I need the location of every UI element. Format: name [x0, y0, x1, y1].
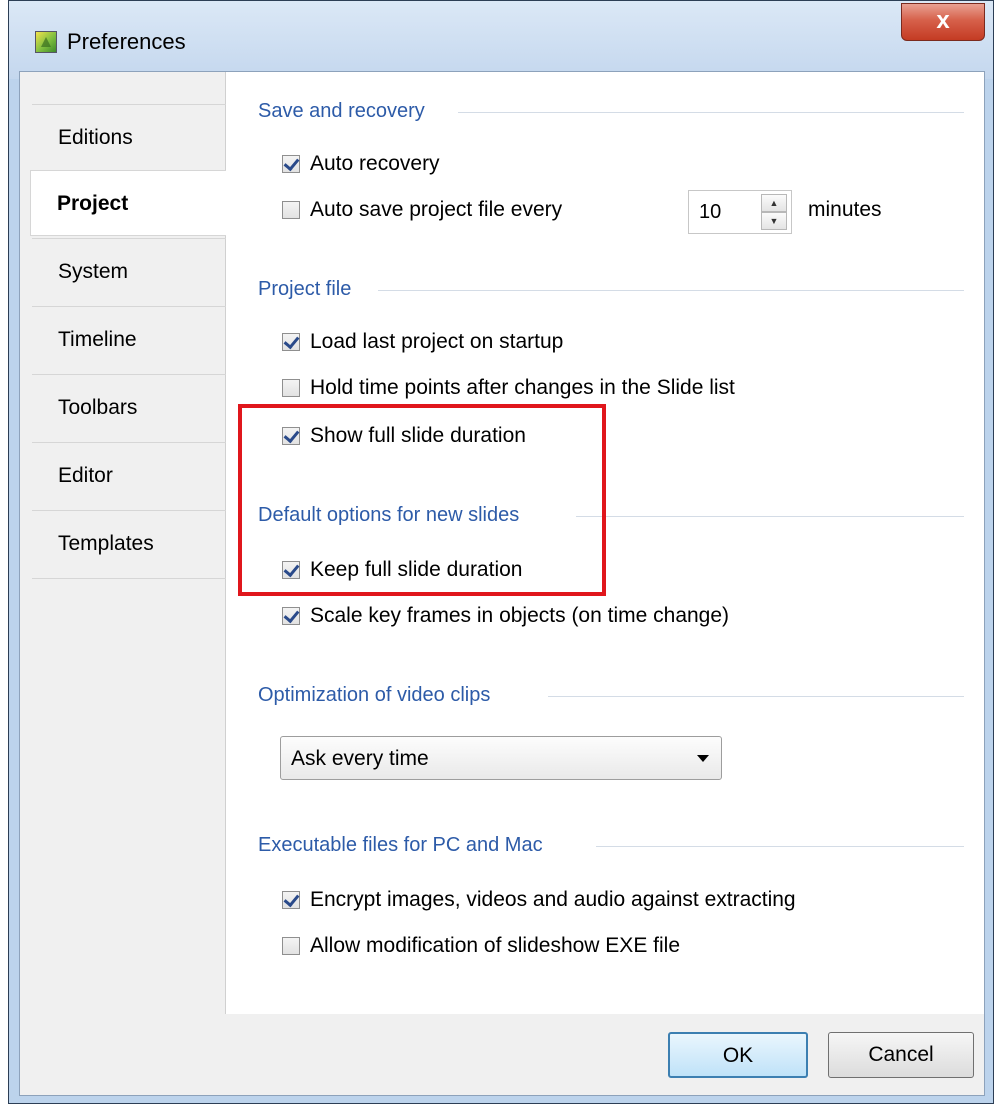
cancel-button[interactable]: Cancel: [828, 1032, 974, 1078]
group-title-project-file: Project file: [258, 278, 352, 300]
checkbox-checked-icon[interactable]: [282, 427, 300, 445]
group-divider: [378, 290, 964, 291]
tab-templates[interactable]: Templates: [32, 510, 226, 576]
tab-timeline[interactable]: Timeline: [32, 306, 226, 372]
group-title-save-recovery: Save and recovery: [258, 100, 425, 122]
sidebar-divider: [32, 578, 226, 579]
tab-label: Templates: [58, 532, 154, 555]
title-bar[interactable]: Preferences x: [9, 1, 993, 79]
app-icon: [35, 31, 57, 53]
option-label: Load last project on startup: [310, 330, 564, 353]
encrypt-option[interactable]: Encrypt images, videos and audio against…: [282, 888, 796, 912]
sidebar: Editions Project System Timeline Toolbar…: [20, 72, 226, 1014]
tab-label: Timeline: [58, 328, 137, 351]
group-title-optimization: Optimization of video clips: [258, 684, 491, 706]
dialog-body: Editions Project System Timeline Toolbar…: [19, 71, 985, 1096]
checkbox-checked-icon[interactable]: [282, 607, 300, 625]
close-icon: x: [936, 7, 950, 34]
tab-toolbars[interactable]: Toolbars: [32, 374, 226, 440]
group-title-default-options: Default options for new slides: [258, 504, 520, 526]
ok-button[interactable]: OK: [668, 1032, 808, 1078]
checkbox-unchecked-icon[interactable]: [282, 379, 300, 397]
load-last-project-option[interactable]: Load last project on startup: [282, 330, 563, 354]
option-label: Scale key frames in objects (on time cha…: [310, 604, 730, 627]
auto-save-option[interactable]: Auto save project file every: [282, 198, 562, 222]
scale-key-frames-option[interactable]: Scale key frames in objects (on time cha…: [282, 604, 729, 628]
checkbox-checked-icon[interactable]: [282, 333, 300, 351]
spin-down-icon[interactable]: ▼: [761, 212, 787, 230]
option-label: Encrypt images, videos and audio against…: [310, 888, 796, 911]
chevron-down-icon: [697, 755, 709, 762]
interval-unit-label: minutes: [808, 198, 882, 221]
hold-time-points-option[interactable]: Hold time points after changes in the Sl…: [282, 376, 735, 400]
checkbox-checked-icon[interactable]: [282, 891, 300, 909]
group-title-executable: Executable files for PC and Mac: [258, 834, 543, 856]
tab-project[interactable]: Project: [30, 170, 226, 236]
group-divider: [548, 696, 964, 697]
project-settings-panel: Save and recovery Auto recovery Auto sav…: [226, 72, 984, 1014]
checkbox-checked-icon[interactable]: [282, 155, 300, 173]
option-label: Auto save project file every: [310, 198, 563, 221]
tab-editions[interactable]: Editions: [32, 104, 226, 170]
tab-system[interactable]: System: [32, 238, 226, 304]
dropdown-value: Ask every time: [291, 747, 429, 770]
checkbox-unchecked-icon[interactable]: [282, 201, 300, 219]
tab-label: System: [58, 260, 129, 283]
tab-editor[interactable]: Editor: [32, 442, 226, 508]
group-divider: [576, 516, 964, 517]
tab-label: Editor: [58, 464, 113, 487]
tab-label: Toolbars: [58, 396, 138, 419]
tab-label: Editions: [58, 126, 133, 149]
group-divider: [596, 846, 964, 847]
keep-full-duration-option[interactable]: Keep full slide duration: [282, 558, 522, 582]
option-label: Show full slide duration: [310, 424, 526, 447]
stepper-value: 10: [699, 201, 722, 223]
option-label: Keep full slide duration: [310, 558, 523, 581]
auto-recovery-option[interactable]: Auto recovery: [282, 152, 440, 176]
checkbox-unchecked-icon[interactable]: [282, 937, 300, 955]
option-label: Hold time points after changes in the Sl…: [310, 376, 735, 399]
autosave-interval-stepper[interactable]: 10 ▲ ▼: [688, 190, 792, 234]
tab-label: Project: [57, 192, 129, 215]
option-label: Allow modification of slideshow EXE file: [310, 934, 681, 957]
allow-modification-option[interactable]: Allow modification of slideshow EXE file: [282, 934, 680, 958]
preferences-window: Preferences x Editions Project System Ti…: [8, 0, 994, 1104]
checkbox-checked-icon[interactable]: [282, 561, 300, 579]
option-label: Auto recovery: [310, 152, 440, 175]
show-full-duration-option[interactable]: Show full slide duration: [282, 424, 526, 448]
close-button[interactable]: x: [901, 3, 985, 41]
group-divider: [458, 112, 964, 113]
window-title: Preferences: [67, 29, 186, 54]
spin-up-icon[interactable]: ▲: [761, 194, 787, 212]
optimization-dropdown[interactable]: Ask every time: [280, 736, 722, 780]
